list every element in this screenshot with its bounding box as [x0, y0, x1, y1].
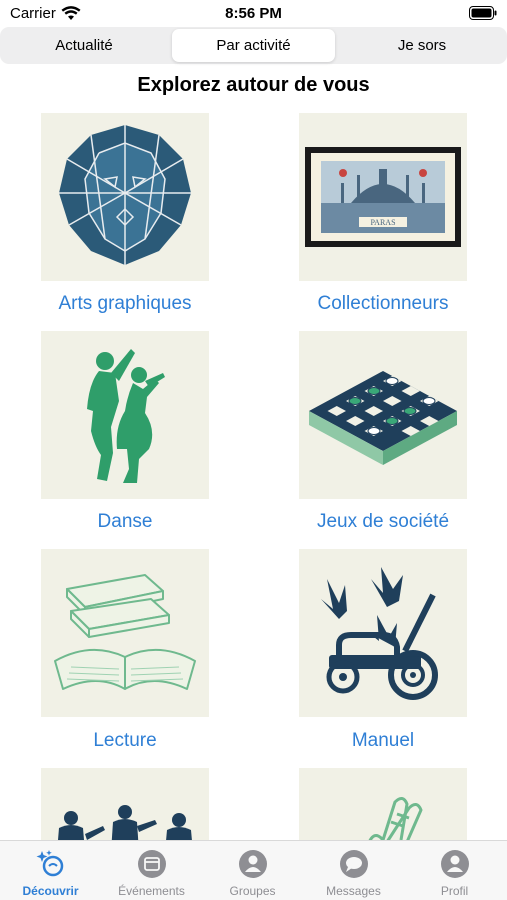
activity-tile-collectionneurs[interactable]: PARAS [299, 113, 467, 281]
svg-text:PARAS: PARAS [370, 218, 395, 227]
segment-je-sors[interactable]: Je sors [342, 29, 502, 62]
activity-label[interactable]: Manuel [263, 730, 503, 752]
calendar-icon [138, 850, 166, 878]
feed-segmented-control: Actualité Par activité Je sors [0, 27, 507, 64]
activity-tile-danse[interactable] [41, 331, 209, 499]
tab-label: Découvrir [22, 884, 79, 898]
tab-label: Groupes [229, 884, 276, 898]
books-icon [54, 574, 196, 690]
tab-decouvrir[interactable]: Découvrir [0, 841, 101, 900]
status-bar: Carrier 8:56 PM [0, 0, 507, 26]
activity-tile-jeux-de-societe[interactable] [299, 331, 467, 499]
clock: 8:56 PM [225, 5, 282, 22]
geometric-lion-icon [59, 125, 191, 265]
activity-tile-arts-graphiques[interactable] [41, 113, 209, 281]
tab-label: Profil [440, 884, 469, 898]
tab-profil[interactable]: Profil [404, 841, 505, 900]
tab-evenements[interactable]: Événements [101, 841, 202, 900]
tab-label: Messages [326, 884, 381, 898]
discover-icon [36, 850, 64, 877]
activity-label[interactable]: Danse [5, 511, 245, 533]
activity-label[interactable]: Arts graphiques [5, 293, 245, 315]
activity-tile-manuel[interactable] [299, 549, 467, 717]
dancing-couple-icon [87, 349, 165, 483]
tab-label: Événements [118, 884, 185, 898]
tab-bar: Découvrir Événements Groupes Messages Pr… [0, 840, 507, 900]
tab-groupes[interactable]: Groupes [202, 841, 303, 900]
lawn-mower-icon [321, 567, 438, 700]
page-title: Explorez autour de vous [137, 74, 370, 96]
checkers-board-icon [309, 371, 457, 465]
postage-stamp-icon: PARAS [305, 147, 461, 247]
activity-tile-lecture[interactable] [41, 549, 209, 717]
battery-icon [469, 6, 497, 20]
groups-icon [239, 850, 267, 878]
segment-par-activite[interactable]: Par activité [172, 29, 335, 62]
activity-label[interactable]: Collectionneurs [263, 293, 503, 315]
segment-actualite[interactable]: Actualité [4, 29, 164, 62]
activity-label[interactable]: Lecture [5, 730, 245, 752]
activity-label[interactable]: Jeux de société [263, 511, 503, 533]
profile-icon [441, 850, 469, 878]
tab-messages[interactable]: Messages [303, 841, 404, 900]
messages-icon [340, 850, 368, 878]
